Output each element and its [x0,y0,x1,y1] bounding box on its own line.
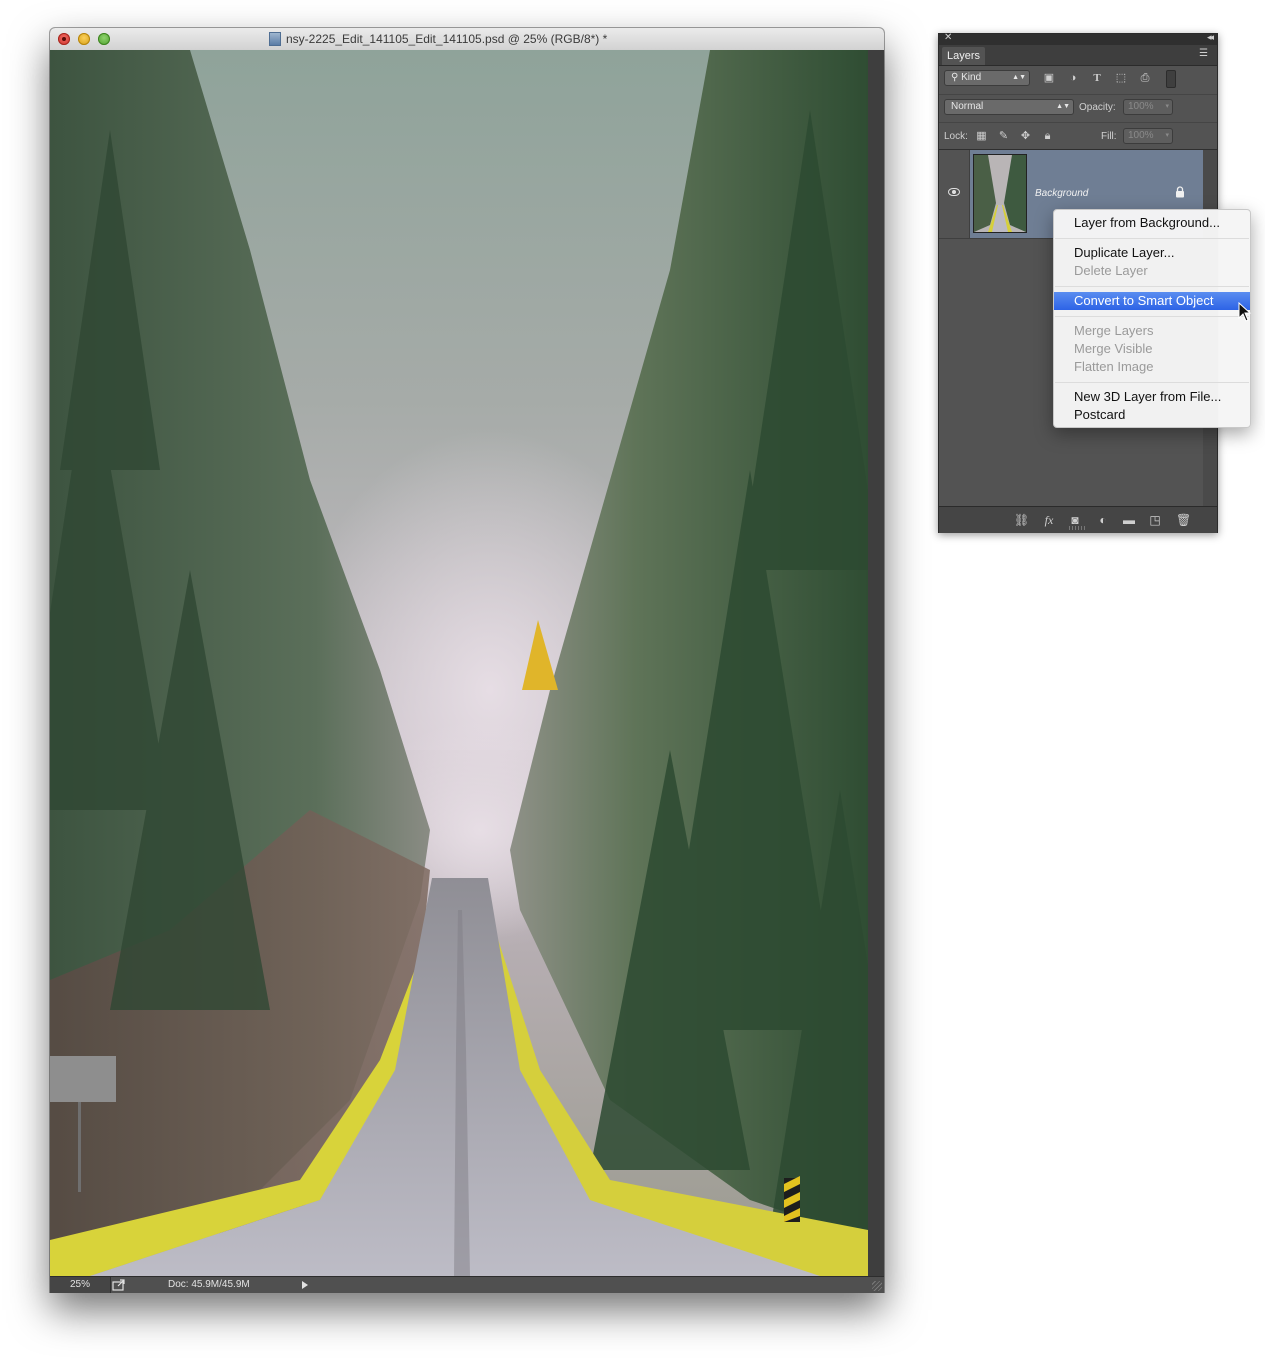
resize-grip-icon[interactable] [872,1281,882,1291]
search-icon: ⚲ [951,72,959,83]
opacity-label: Opacity: [1079,102,1116,113]
adjustment-layer-filter-icon[interactable]: ◑ [1067,72,1079,84]
link-icon[interactable]: ⛓ [1014,513,1029,527]
close-button[interactable] [58,33,70,45]
panel-menu-icon[interactable]: ☰ [1199,49,1213,59]
chevron-down-icon[interactable]: ▾ [1165,129,1169,143]
fill-field[interactable]: 100% ▾ [1123,128,1173,144]
panel-tab-row: Layers ☰ [939,45,1217,66]
new-layer-icon[interactable]: ◳ [1148,513,1162,527]
layer-filter-row: ⚲ Kind ▲▼ ▣ ◑ T ⬚ ⎙ [939,66,1217,92]
image-canvas[interactable] [50,50,868,1276]
menu-item-delete-layer: Delete Layer [1074,263,1148,278]
fill-label: Fill: [1101,131,1117,142]
menu-item-layer-from-background[interactable]: Layer from Background... [1054,214,1250,232]
menu-item-merge-layers: Merge Layers [1074,323,1154,338]
chevron-down-icon[interactable]: ▾ [1165,100,1169,114]
tab-layers[interactable]: Layers [942,47,986,65]
minimize-button[interactable] [78,33,90,45]
add-mask-icon[interactable]: ◙ [1068,513,1082,527]
menu-item-convert-to-smart-object[interactable]: Convert to Smart Object [1054,292,1250,310]
select-arrows-icon: ▲▼ [1012,74,1026,81]
vertical-scrollbar[interactable] [868,50,884,1276]
layer-thumbnail[interactable] [973,154,1027,233]
lock-transparent-pixels-icon[interactable]: ▦ [976,131,987,142]
pixel-layer-filter-icon[interactable]: ▣ [1043,72,1055,84]
blend-mode-value: Normal [951,101,984,112]
blend-mode-select[interactable]: Normal ▲▼ [944,99,1074,115]
document-window: nsy-2225_Edit_141105_Edit_141105.psd @ 2… [50,28,884,1293]
menu-item-postcard[interactable]: Postcard [1054,406,1250,424]
type-layer-filter-icon[interactable]: T [1091,72,1103,84]
lock-icon [1175,186,1185,198]
lock-label: Lock: [944,131,968,142]
share-icon[interactable] [112,1279,126,1291]
visibility-column[interactable] [939,150,970,238]
menu-separator [1055,238,1249,239]
panel-top-bar[interactable]: ✕ ◂◂ [939,32,1217,45]
panel-collapse-icon[interactable]: ◂◂ [1207,32,1214,43]
filter-kind-select[interactable]: ⚲ Kind ▲▼ [944,70,1030,86]
layer-name[interactable]: Background [1035,188,1088,199]
fill-value: 100% [1128,130,1154,141]
lock-all-icon[interactable]: 🔒︎ [1042,131,1053,142]
new-group-icon[interactable]: ▬ [1122,513,1136,527]
filter-toggle-switch[interactable] [1166,70,1176,88]
layer-context-menu: Layer from Background... Duplicate Layer… [1053,209,1251,428]
status-menu-arrow-icon[interactable] [302,1281,308,1289]
opacity-field[interactable]: 100% ▾ [1123,99,1173,115]
opacity-value: 100% [1128,101,1154,112]
blend-row: Normal ▲▼ Opacity: 100% ▾ [939,94,1217,119]
fx-icon[interactable]: fx [1042,513,1056,527]
panel-close-icon[interactable]: ✕ [944,32,952,43]
menu-separator [1055,286,1249,287]
smart-object-filter-icon[interactable]: ⎙ [1139,72,1151,84]
menu-item-flatten-image: Flatten Image [1074,359,1154,374]
trash-icon[interactable]: 🗑︎ [1176,513,1191,527]
eye-icon[interactable] [948,188,960,196]
adjustment-layer-icon[interactable]: ◐ [1096,513,1110,527]
window-title: nsy-2225_Edit_141105_Edit_141105.psd @ 2… [286,32,608,46]
select-arrows-icon: ▲▼ [1056,103,1070,110]
forest-road-photo [50,50,868,1276]
shape-layer-filter-icon[interactable]: ⬚ [1115,72,1127,84]
menu-item-duplicate-layer[interactable]: Duplicate Layer... [1054,244,1250,262]
mouse-pointer-icon [1238,302,1252,322]
panel-resize-grip-icon[interactable] [1069,526,1087,530]
lock-row: Lock: ▦ ✎ ✥ 🔒︎ Fill: 100% ▾ [939,122,1217,150]
zoom-button[interactable] [98,33,110,45]
lock-image-pixels-icon[interactable]: ✎ [998,131,1009,142]
title-bar[interactable]: nsy-2225_Edit_141105_Edit_141105.psd @ 2… [50,28,884,51]
menu-item-merge-visible: Merge Visible [1074,341,1153,356]
panel-footer: ⛓ fx ◙ ◐ ▬ ◳ 🗑︎ [939,506,1217,533]
document-icon [269,32,281,46]
document-size-info: Doc: 45.9M/45.9M [168,1279,250,1290]
menu-separator [1055,316,1249,317]
lock-position-icon[interactable]: ✥ [1020,131,1031,142]
filter-kind-label: Kind [961,72,982,83]
zoom-level-field[interactable]: 25% [50,1277,111,1293]
menu-item-new-3d-layer-from-file[interactable]: New 3D Layer from File... [1054,388,1250,406]
status-bar: 25% Doc: 45.9M/45.9M [50,1276,884,1293]
menu-separator [1055,382,1249,383]
